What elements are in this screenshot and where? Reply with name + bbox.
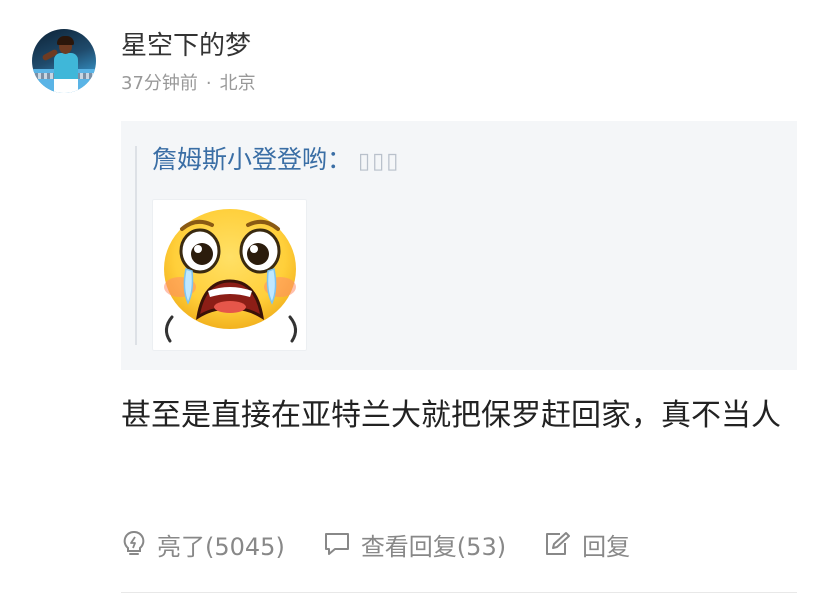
divider xyxy=(121,592,797,593)
view-replies-button[interactable]: 查看回复(53) xyxy=(323,527,506,562)
username[interactable]: 星空下的梦 xyxy=(121,29,251,63)
reply-button[interactable]: 回复 xyxy=(544,527,630,562)
meta-separator: · xyxy=(205,73,212,94)
quoted-image[interactable] xyxy=(152,199,307,351)
speech-bubble-icon xyxy=(324,533,349,555)
quote-bar xyxy=(135,146,137,345)
quote-colon: ： xyxy=(327,145,353,174)
quote-placeholder-glyphs: ▯▯▯ xyxy=(358,149,401,174)
quoted-reply-header: 詹姆斯小登登哟： ▯▯▯ xyxy=(152,143,400,179)
crying-face-emoji-icon xyxy=(164,209,297,343)
user-avatar[interactable] xyxy=(32,29,96,93)
comment-location: 北京 xyxy=(219,73,256,94)
quoted-author[interactable]: 詹姆斯小登登哟 xyxy=(152,145,327,174)
comment-actions: 亮了(5045) 查看回复(53) 回复 xyxy=(121,526,630,562)
lightbulb-icon xyxy=(123,530,145,555)
like-button[interactable]: 亮了(5045) xyxy=(121,527,285,562)
comment-meta: 37分钟前 · 北京 xyxy=(121,72,256,96)
avatar-hair xyxy=(57,36,74,45)
comment-time: 37分钟前 xyxy=(121,73,198,94)
reply-label: 回复 xyxy=(582,532,631,561)
view-replies-label: 查看回复(53) xyxy=(360,532,507,561)
like-label: 亮了(5045) xyxy=(157,532,285,561)
edit-icon xyxy=(546,532,571,555)
comment-text: 甚至是直接在亚特兰大就把保罗赶回家，真不当人 xyxy=(121,398,781,433)
avatar-shorts xyxy=(54,79,78,93)
